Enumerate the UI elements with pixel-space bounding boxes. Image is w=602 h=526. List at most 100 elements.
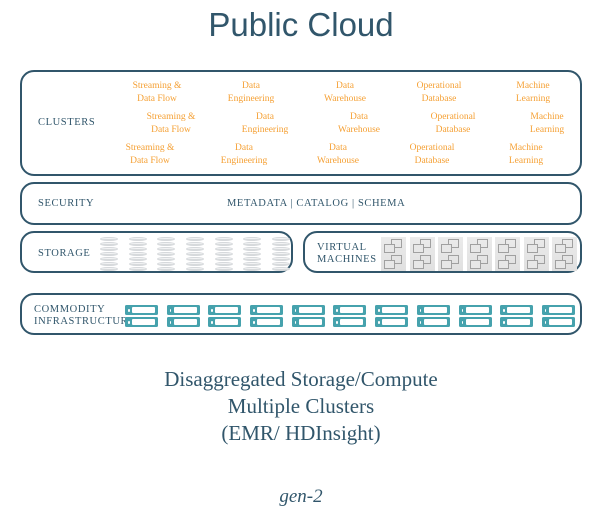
disk-layer bbox=[128, 257, 147, 261]
vm-squares-icon bbox=[526, 254, 546, 270]
disk-layer bbox=[185, 252, 204, 256]
disk-stack-icon bbox=[128, 236, 147, 272]
cluster-row: Streaming & Data Flow Data Engineering D… bbox=[103, 142, 573, 173]
server-bar bbox=[333, 305, 367, 315]
virtual-machines-icon-row bbox=[381, 236, 577, 272]
caption-line-3: (EMR/ HDInsight) bbox=[221, 421, 381, 445]
server-bar bbox=[166, 305, 200, 315]
cluster-cell-data-warehouse: Data Warehouse bbox=[317, 143, 359, 166]
disk-layer bbox=[214, 252, 233, 256]
cluster-cell-data-engineering: Data Engineering bbox=[227, 81, 275, 104]
virtual-machines-panel: VIRTUAL MACHINES bbox=[303, 231, 582, 273]
server-bar bbox=[375, 317, 409, 327]
server-bar bbox=[125, 317, 158, 327]
disk-stack-icon bbox=[100, 236, 118, 272]
server-bar bbox=[500, 317, 534, 327]
disk-layer bbox=[271, 257, 290, 261]
disk-layer bbox=[157, 237, 176, 241]
disk-layer bbox=[214, 247, 233, 251]
disk-layer bbox=[243, 262, 262, 266]
vm-squares-icon bbox=[555, 238, 574, 254]
security-label: SECURITY bbox=[38, 198, 95, 209]
vm-squares-icon bbox=[498, 238, 517, 254]
disk-layer bbox=[271, 247, 290, 251]
disk-layer bbox=[128, 252, 147, 256]
disk-layer bbox=[128, 247, 147, 251]
disk-layer bbox=[100, 262, 118, 266]
virtual-machine-icon bbox=[552, 237, 577, 271]
caption-line-1: Disaggregated Storage/Compute bbox=[164, 367, 438, 391]
virtual-machine-icon bbox=[381, 237, 406, 271]
disk-layer bbox=[271, 267, 290, 271]
virtual-machine-icon bbox=[523, 237, 549, 271]
disk-layer bbox=[214, 262, 233, 266]
disk-layer bbox=[271, 242, 290, 246]
cluster-cell-data-warehouse: Data Warehouse bbox=[324, 81, 366, 104]
virtual-machines-label-line2: MACHINES bbox=[317, 254, 377, 265]
vm-squares-icon bbox=[384, 254, 403, 270]
cluster-cell-streaming-data-flow: Streaming & Data Flow bbox=[146, 112, 196, 135]
disk-layer bbox=[128, 262, 147, 266]
cluster-cell-operational-database: Operational Database bbox=[409, 143, 455, 166]
vm-squares-icon bbox=[441, 238, 460, 254]
server-bar bbox=[541, 317, 575, 327]
virtual-machine-icon bbox=[495, 237, 520, 271]
cluster-row: Streaming & Data Flow Data Engineering D… bbox=[124, 111, 594, 142]
disk-layer bbox=[157, 267, 176, 271]
disk-layer bbox=[243, 252, 262, 256]
vm-squares-icon bbox=[555, 254, 574, 270]
commodity-label-line2: INFRASTRUCTURE bbox=[34, 316, 136, 327]
server-bar bbox=[208, 305, 242, 315]
disk-layer bbox=[157, 252, 176, 256]
virtual-machines-label: VIRTUAL MACHINES bbox=[317, 242, 377, 266]
server-bar bbox=[125, 305, 158, 315]
disk-layer bbox=[243, 242, 262, 246]
server-bar bbox=[250, 317, 284, 327]
server-bar bbox=[500, 305, 534, 315]
disk-layer bbox=[100, 252, 118, 256]
disk-layer bbox=[243, 257, 262, 261]
server-bar bbox=[208, 317, 242, 327]
storage-panel: STORAGE bbox=[20, 231, 293, 273]
storage-icon-row bbox=[100, 236, 290, 272]
disk-layer bbox=[271, 252, 290, 256]
cluster-cell-machine-learning: Machine Learning bbox=[515, 81, 551, 104]
vm-squares-icon bbox=[384, 238, 403, 254]
disk-layer bbox=[271, 262, 290, 266]
page-title: Public Cloud bbox=[208, 6, 394, 43]
vm-squares-icon bbox=[469, 238, 489, 254]
generation-label: gen-2 bbox=[279, 486, 323, 507]
server-bar bbox=[541, 305, 575, 315]
commodity-infrastructure-label: COMMODITY INFRASTRUCTURE bbox=[34, 304, 135, 328]
virtual-machine-icon bbox=[409, 237, 435, 271]
cluster-cell-streaming-data-flow: Streaming & Data Flow bbox=[125, 143, 175, 166]
server-rack-icon bbox=[416, 302, 450, 330]
disk-layer bbox=[100, 237, 118, 241]
virtual-machines-label-line1: VIRTUAL bbox=[317, 242, 367, 253]
disk-stack-icon bbox=[243, 236, 262, 272]
server-bar bbox=[416, 305, 450, 315]
disk-stack-icon bbox=[185, 236, 204, 272]
clusters-label: CLUSTERS bbox=[38, 117, 96, 128]
cluster-cell-operational-database: Operational Database bbox=[416, 81, 462, 104]
server-bar bbox=[166, 317, 200, 327]
vm-squares-icon bbox=[441, 254, 460, 270]
security-panel: SECURITY METADATA | CATALOG | SCHEMA bbox=[20, 182, 582, 225]
commodity-icon-row bbox=[125, 300, 575, 332]
server-rack-icon bbox=[291, 302, 325, 330]
server-bar bbox=[458, 317, 492, 327]
disk-layer bbox=[271, 237, 290, 241]
server-rack-icon bbox=[250, 302, 284, 330]
caption-line-2: Multiple Clusters bbox=[227, 394, 375, 418]
security-items: METADATA | CATALOG | SCHEMA bbox=[227, 198, 406, 209]
cluster-cell-data-engineering: Data Engineering bbox=[220, 143, 268, 166]
disk-layer bbox=[243, 237, 262, 241]
disk-layer bbox=[243, 247, 262, 251]
disk-layer bbox=[128, 242, 147, 246]
disk-layer bbox=[100, 242, 118, 246]
cluster-cell-streaming-data-flow: Streaming & Data Flow bbox=[132, 81, 182, 104]
server-bar bbox=[291, 317, 325, 327]
server-bar bbox=[250, 305, 284, 315]
disk-stack-icon bbox=[157, 236, 176, 272]
disk-layer bbox=[157, 257, 176, 261]
